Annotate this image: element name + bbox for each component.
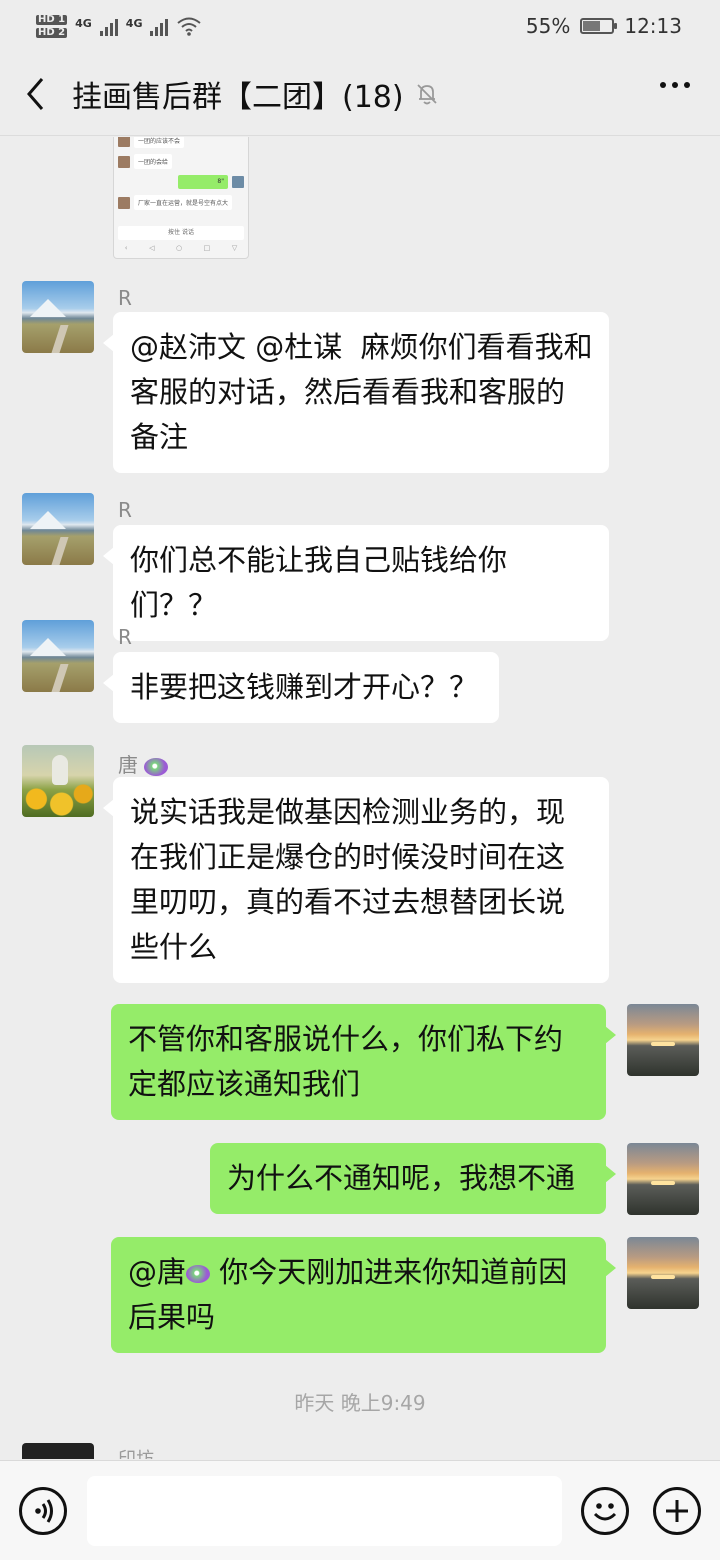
plus-circle-icon	[666, 1500, 688, 1522]
clock: 12:13	[624, 14, 682, 38]
mention-text[interactable]: @唐	[128, 1255, 186, 1289]
voice-icon	[35, 1499, 53, 1523]
hd-indicators: HD 1 HD 2	[36, 13, 68, 38]
message-bubble[interactable]: 不管你和客服说什么，你们私下约定都应该通知我们	[111, 1004, 616, 1120]
back-button[interactable]	[0, 52, 72, 136]
bell-off-icon	[416, 83, 437, 104]
more-dot	[660, 82, 666, 88]
sender-name: 印坊	[118, 1445, 154, 1459]
message-input-bar	[0, 1460, 720, 1560]
message-bubble[interactable]: @唐 你今天刚加进来你知道前因后果吗	[111, 1237, 616, 1353]
emoji-icon	[593, 1503, 617, 1521]
status-right: 55% 12:13	[526, 14, 682, 38]
thumb-avatar	[118, 155, 130, 168]
avatar[interactable]	[627, 1143, 699, 1215]
more-functions-button[interactable]	[653, 1487, 701, 1535]
thumb-message: 一团的应该不会	[134, 137, 185, 148]
thumb-voice-message: 8"	[178, 175, 228, 189]
message-bubble[interactable]: @赵沛文 @杜谋 麻烦你们看看我和客服的对话，然后看看我和客服的备注	[103, 312, 609, 473]
thumb-message: 厂家一直在运营，就是号空有点大	[134, 195, 233, 210]
sender-name: R	[118, 286, 132, 310]
sender-name: R	[118, 498, 132, 522]
avatar[interactable]	[22, 493, 94, 565]
shared-screenshot-thumbnail[interactable]: 一团的应该不会 一团的会给 8" 厂家一直在运营，就是号空有点大 按住 说话 ‹…	[113, 137, 249, 259]
message-timestamp: 昨天 晚上9:49	[294, 1391, 426, 1415]
avatar[interactable]	[22, 620, 94, 692]
signal-strength-icon-2	[150, 16, 169, 36]
network-type-2: 4G	[125, 16, 143, 30]
sender-name: R	[118, 625, 132, 649]
message-bubble[interactable]: 为什么不通知呢，我想不通	[210, 1143, 616, 1214]
message-bubble[interactable]: 你们总不能让我自己贴钱给你们？？	[103, 525, 609, 641]
avatar[interactable]	[22, 745, 94, 817]
signal-strength-icon	[99, 16, 118, 36]
thumb-navigation: ‹ ◁ ○ □ ▽	[124, 244, 238, 252]
sender-name: 唐	[118, 749, 169, 778]
candy-icon	[144, 757, 169, 776]
candy-icon	[186, 1265, 211, 1283]
hd1-label: HD 1	[36, 13, 68, 25]
message-bubble[interactable]: 说实话我是做基因检测业务的，现在我们正是爆仓的时候没时间在这里叨叨，真的看不过去…	[103, 777, 609, 983]
thumb-message: 一团的会给	[134, 154, 173, 169]
thumb-avatar	[118, 196, 130, 209]
voice-button[interactable]	[19, 1487, 67, 1535]
thumb-input-hint: 按住 说话	[118, 226, 244, 240]
group-title: 挂画售后群【二团】(18)	[72, 79, 404, 115]
avatar[interactable]	[627, 1237, 699, 1309]
avatar[interactable]	[22, 281, 94, 353]
battery-percentage: 55%	[525, 14, 571, 38]
emoji-button[interactable]	[581, 1487, 629, 1535]
chat-header: 挂画售后群【二团】(18)	[0, 52, 720, 136]
thumb-avatar	[232, 176, 244, 188]
message-bubble[interactable]: 非要把这钱赚到才开心？？	[103, 652, 499, 723]
partial-message-row: 印坊	[0, 1443, 720, 1459]
battery-icon	[580, 18, 618, 34]
hd2-label: HD 2	[36, 26, 68, 38]
wifi-icon	[177, 17, 202, 36]
more-button[interactable]	[660, 82, 690, 88]
status-left: HD 1 HD 2 4G 4G	[36, 13, 202, 38]
thumb-avatar	[118, 137, 130, 147]
sender-name-text: 唐	[118, 753, 138, 777]
message-input[interactable]	[87, 1476, 562, 1546]
more-dot	[672, 82, 678, 88]
network-type-1: 4G	[75, 16, 92, 30]
more-dot	[684, 82, 690, 88]
chat-area[interactable]: 一团的应该不会 一团的会给 8" 厂家一直在运营，就是号空有点大 按住 说话 ‹…	[0, 137, 720, 1459]
status-bar: HD 1 HD 2 4G 4G 55% 12:13	[0, 0, 720, 52]
avatar[interactable]	[22, 1443, 94, 1459]
chevron-left-icon	[27, 77, 44, 110]
avatar[interactable]	[627, 1004, 699, 1076]
